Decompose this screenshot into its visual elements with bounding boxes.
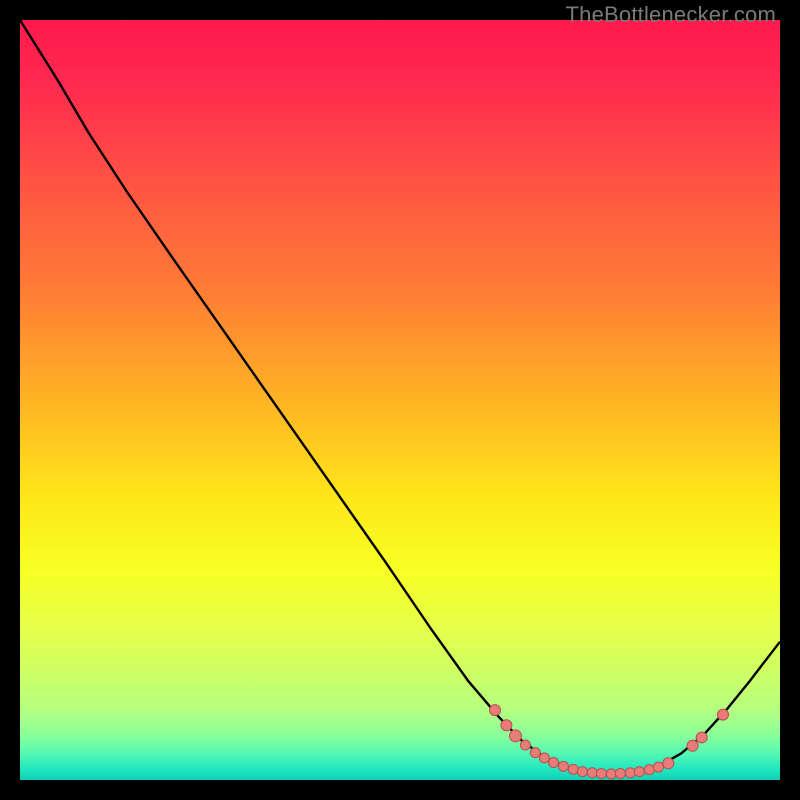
data-point-dot <box>644 765 654 775</box>
data-point-dot <box>510 730 522 742</box>
data-point-dot <box>596 769 606 779</box>
bottleneck-chart <box>20 20 780 780</box>
data-point-dot <box>501 720 512 731</box>
data-point-dot <box>696 732 707 743</box>
data-point-dot <box>568 764 578 774</box>
data-point-dot <box>687 740 698 751</box>
data-point-dot <box>625 768 635 778</box>
data-point-dot <box>634 767 644 777</box>
data-point-dot <box>549 758 559 768</box>
data-point-dot <box>615 769 625 779</box>
gradient-background <box>20 20 780 780</box>
data-point-dot <box>490 705 501 716</box>
data-point-dot <box>653 762 663 772</box>
data-point-dot <box>587 768 597 778</box>
data-point-dot <box>718 709 729 720</box>
watermark-text: TheBottlenecker.com <box>566 2 776 28</box>
data-point-dot <box>539 753 549 763</box>
data-point-dot <box>577 767 587 777</box>
data-point-dot <box>530 748 540 758</box>
data-point-dot <box>663 758 674 769</box>
data-point-dot <box>606 769 616 779</box>
data-point-dot <box>558 761 568 771</box>
data-point-dot <box>520 740 530 750</box>
